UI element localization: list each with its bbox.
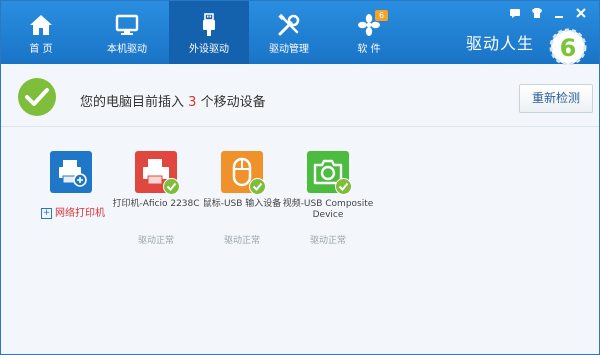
home-icon — [29, 13, 53, 37]
tab-home[interactable]: 首 页 — [1, 1, 81, 64]
feedback-icon[interactable] — [509, 7, 521, 19]
add-network-printer-label: 网络打印机 — [55, 208, 105, 219]
brand-logo-icon: 6 — [546, 25, 590, 65]
driver-status: 驱动正常 — [106, 233, 206, 246]
status-suffix: 个移动设备 — [201, 95, 266, 110]
software-badge: 6 — [375, 10, 388, 21]
tab-driver-management-label: 驱动管理 — [249, 44, 329, 56]
network-printer-tile[interactable] — [50, 151, 92, 193]
driver-ok-check-icon — [163, 178, 180, 195]
status-bar: 您的电脑目前插入 3 个移动设备 重新检测 — [1, 64, 599, 127]
tab-peripheral-drivers[interactable]: 外设驱动 — [169, 1, 249, 64]
top-nav-bar: 首 页 本机驱动 外设驱动 — [1, 1, 599, 64]
monitor-icon — [115, 13, 139, 37]
network-printer-icon — [50, 151, 92, 193]
driver-ok-check-icon — [335, 178, 352, 195]
plus-icon: + — [41, 208, 52, 219]
tools-icon — [277, 13, 301, 37]
device-name: 鼠标-USB 输入设备 — [192, 199, 292, 210]
device-count: 3 — [188, 95, 196, 110]
brand-name: 驱动人生 — [466, 35, 534, 53]
driver-status: 驱动正常 — [278, 233, 378, 246]
tab-software-label: 软 件 — [329, 44, 409, 56]
app-window: 首 页 本机驱动 外设驱动 — [0, 0, 600, 355]
device-name: 视频-USB Composite Device — [278, 199, 378, 221]
success-check-icon — [18, 78, 56, 116]
usb-icon — [197, 13, 221, 37]
skin-icon[interactable] — [531, 7, 543, 19]
add-network-printer-link[interactable]: +网络打印机 — [41, 204, 105, 219]
device-name: 打印机-Aficio 2238C — [106, 199, 206, 210]
tab-home-label: 首 页 — [1, 44, 81, 56]
minimize-icon[interactable] — [553, 7, 565, 19]
brand-logo-digit: 6 — [560, 34, 577, 62]
tab-software[interactable]: 6 软 件 — [329, 1, 409, 64]
device-count-message: 您的电脑目前插入 3 个移动设备 — [80, 91, 266, 110]
tab-driver-management[interactable]: 驱动管理 — [249, 1, 329, 64]
tab-peripheral-drivers-label: 外设驱动 — [169, 44, 249, 56]
tab-local-drivers[interactable]: 本机驱动 — [87, 1, 167, 64]
driver-ok-check-icon — [249, 178, 266, 195]
rescan-button[interactable]: 重新检测 — [519, 84, 593, 113]
driver-status: 驱动正常 — [192, 233, 292, 246]
close-icon[interactable] — [575, 7, 587, 19]
status-prefix: 您的电脑目前插入 — [80, 95, 184, 110]
tab-local-drivers-label: 本机驱动 — [87, 44, 167, 56]
